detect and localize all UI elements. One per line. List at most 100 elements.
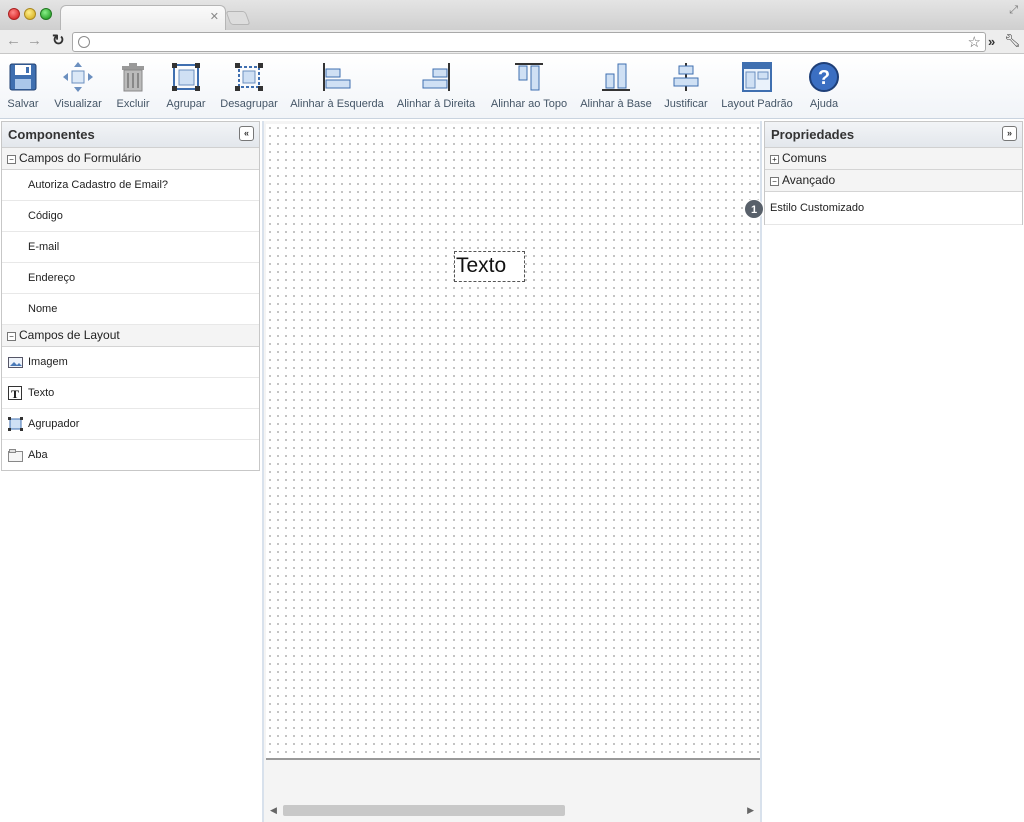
form-fields-group-label: Campos do Formulário	[19, 151, 142, 165]
delete-button[interactable]: Excluir	[112, 59, 154, 115]
window-maximize-button[interactable]	[40, 8, 52, 20]
align-top-icon	[515, 63, 543, 91]
list-item-grouper[interactable]: Agrupador	[2, 409, 259, 440]
ungroup-icon	[235, 63, 263, 91]
chevron-right-icon[interactable]: »	[988, 34, 995, 49]
collapse-right-button[interactable]: »	[1002, 126, 1017, 141]
globe-icon	[78, 36, 90, 48]
layout-fields-group-header[interactable]: − Campos de Layout	[2, 325, 259, 347]
scrollbar-thumb[interactable]	[283, 805, 565, 816]
align-right-button[interactable]: Alinhar à Direita	[395, 59, 477, 115]
plus-icon[interactable]: +	[770, 155, 779, 164]
back-arrow-icon[interactable]: ←	[6, 33, 21, 49]
align-right-label: Alinhar à Direita	[396, 98, 476, 110]
tab-close-icon[interactable]: ✕	[210, 11, 219, 23]
save-label: Salvar	[7, 98, 39, 110]
justify-icon	[673, 63, 699, 91]
list-item-text[interactable]: T Texto	[2, 378, 259, 409]
list-item-label: Nome	[28, 303, 58, 315]
group-icon	[8, 417, 23, 431]
fullscreen-icon[interactable]: ⤢	[1009, 4, 1018, 17]
justify-label: Justificar	[664, 98, 708, 110]
design-canvas[interactable]: Texto	[266, 124, 760, 760]
horizontal-scrollbar[interactable]: ◀ ▶	[268, 803, 758, 819]
align-bottom-button[interactable]: Alinhar à Base	[580, 59, 652, 115]
help-label: Ajuda	[809, 98, 839, 110]
app-toolbar: Salvar Visualizar Excluir Agrupar Desagr…	[0, 55, 1024, 119]
list-item-label: Imagem	[28, 356, 68, 368]
form-fields-group-header[interactable]: − Campos do Formulário	[2, 148, 259, 170]
align-right-icon	[422, 63, 450, 91]
custom-style-label: Estilo Customizado	[770, 202, 865, 214]
window-close-button[interactable]	[8, 8, 20, 20]
minus-icon[interactable]: −	[7, 332, 16, 341]
properties-panel-header: Propriedades »	[765, 122, 1022, 148]
window-minimize-button[interactable]	[24, 8, 36, 20]
list-item[interactable]: Endereço	[2, 263, 259, 294]
reload-icon[interactable]: ↻	[52, 33, 65, 49]
scroll-left-icon[interactable]: ◀	[270, 805, 277, 816]
save-button[interactable]: Salvar	[0, 59, 46, 115]
list-item-image[interactable]: Imagem	[2, 347, 259, 378]
default-layout-button[interactable]: Layout Padrão	[720, 59, 794, 115]
image-icon	[8, 357, 23, 368]
align-top-button[interactable]: Alinhar ao Topo	[488, 59, 570, 115]
list-item-tab[interactable]: Aba	[2, 440, 259, 471]
help-icon: ?	[809, 62, 839, 92]
tab-icon	[8, 449, 23, 462]
group-label: Agrupar	[166, 98, 206, 110]
list-item[interactable]: E-mail	[2, 232, 259, 263]
list-item-label: Agrupador	[28, 418, 80, 430]
default-layout-label: Layout Padrão	[721, 98, 793, 110]
canvas-text-element[interactable]: Texto	[454, 251, 525, 282]
group-button[interactable]: Agrupar	[162, 59, 210, 115]
address-bar[interactable]: ☆	[72, 32, 986, 52]
layout-icon	[742, 62, 772, 92]
align-top-label: Alinhar ao Topo	[490, 98, 568, 110]
design-canvas-area: Texto ◀ ▶	[262, 121, 762, 822]
common-group-label: Comuns	[782, 151, 827, 165]
list-item[interactable]: Nome	[2, 294, 259, 325]
preview-button[interactable]: Visualizar	[52, 59, 104, 115]
list-item-label: Texto	[28, 387, 55, 399]
align-left-label: Alinhar à Esquerda	[290, 98, 384, 110]
svg-text:T: T	[11, 387, 19, 400]
custom-style-row[interactable]: 1 Estilo Customizado	[744, 192, 1022, 225]
list-item[interactable]: Código	[2, 201, 259, 232]
components-title: Componentes	[8, 127, 95, 142]
browser-navbar: ← → ↻ ☆ » 🔧︎	[0, 30, 1024, 54]
browser-titlebar: ✕ ⤢	[0, 0, 1024, 30]
layout-fields-group-label: Campos de Layout	[19, 328, 120, 342]
list-item[interactable]: Autoriza Cadastro de Email?	[2, 170, 259, 201]
align-left-icon	[323, 63, 351, 91]
minus-icon[interactable]: −	[7, 155, 16, 164]
list-item-label: E-mail	[28, 241, 60, 253]
scroll-right-icon[interactable]: ▶	[747, 805, 754, 816]
bookmark-star-icon[interactable]: ☆	[968, 33, 981, 51]
align-bottom-label: Alinhar à Base	[580, 98, 652, 110]
text-icon: T	[8, 386, 22, 400]
ungroup-button[interactable]: Desagrupar	[218, 59, 280, 115]
delete-label: Excluir	[116, 98, 150, 110]
collapse-left-button[interactable]: «	[239, 126, 254, 141]
move-icon	[63, 62, 93, 92]
group-icon	[172, 63, 200, 91]
ungroup-label: Desagrupar	[220, 98, 278, 110]
new-tab-button[interactable]	[225, 11, 251, 25]
properties-title: Propriedades	[771, 127, 855, 142]
common-group-header[interactable]: + Comuns	[765, 148, 1022, 170]
properties-panel: Propriedades » + Comuns − Avançado 1 Estil…	[744, 121, 1023, 225]
help-button[interactable]: ? Ajuda	[804, 59, 844, 115]
browser-tab[interactable]: ✕	[60, 5, 226, 30]
list-item-label: Autoriza Cadastro de Email?	[28, 179, 169, 191]
justify-button[interactable]: Justificar	[662, 59, 710, 115]
wrench-icon[interactable]: 🔧︎	[1004, 33, 1021, 49]
align-left-button[interactable]: Alinhar à Esquerda	[290, 59, 384, 115]
minus-icon[interactable]: −	[770, 177, 779, 186]
align-bottom-icon	[602, 63, 630, 91]
svg-text:?: ?	[818, 67, 830, 89]
step-badge: 1	[744, 199, 764, 219]
advanced-group-header[interactable]: − Avançado	[765, 170, 1022, 192]
forward-arrow-icon[interactable]: →	[27, 33, 42, 49]
save-icon	[9, 63, 37, 91]
